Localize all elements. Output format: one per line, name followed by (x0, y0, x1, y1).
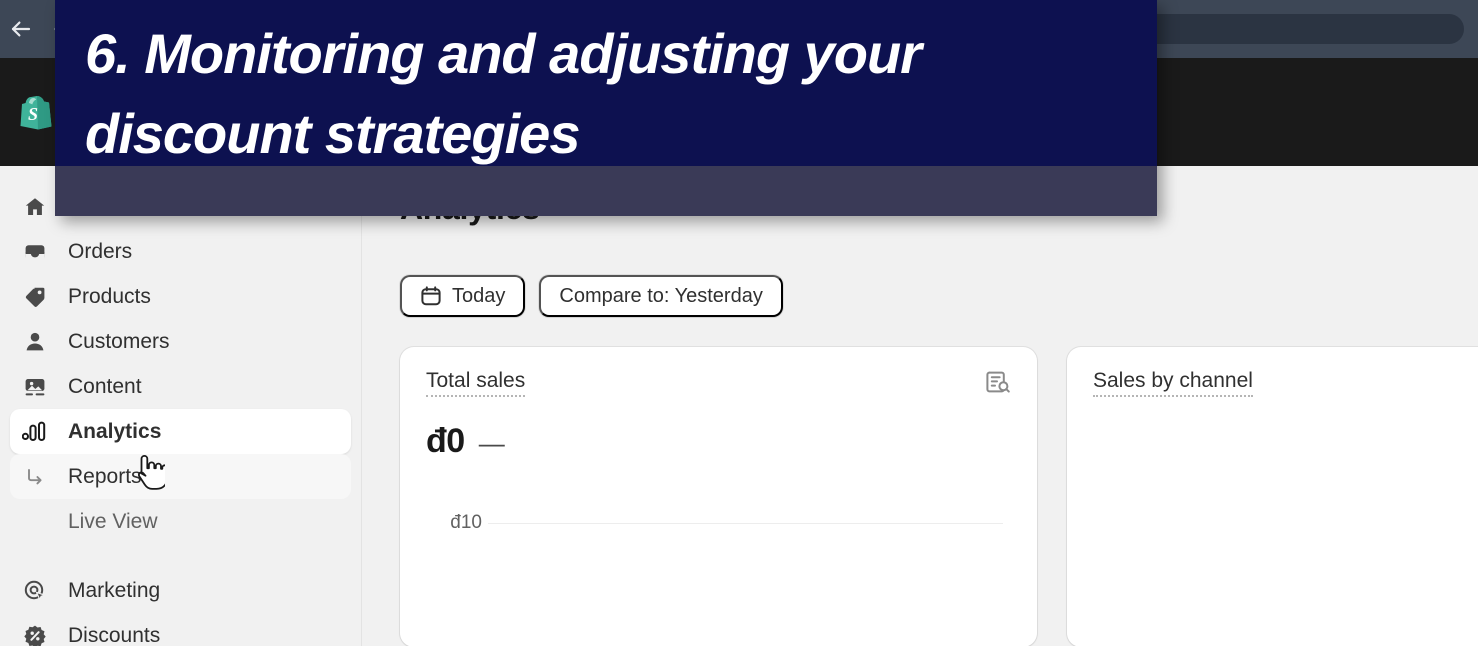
svg-text:S: S (28, 104, 38, 124)
calendar-icon (421, 286, 441, 306)
card-header: Total sales (426, 369, 1011, 400)
sidebar-item-label: Products (68, 284, 151, 308)
sidebar-item-content[interactable]: Content (10, 364, 351, 409)
sidebar-divider (0, 544, 361, 568)
sidebar-item-products[interactable]: Products (10, 274, 351, 319)
sidebar-item-customers[interactable]: Customers (10, 319, 351, 364)
compare-to-label: Compare to: Yesterday (559, 284, 763, 307)
sidebar-item-label: Reports (68, 464, 142, 488)
sidebar-item-label: Customers (68, 329, 170, 353)
sidebar-item-reports[interactable]: Reports (10, 454, 351, 499)
overlay-bottom-band (55, 166, 1157, 216)
y-axis-tick-10: đ10 (450, 512, 482, 533)
sidebar-item-discounts[interactable]: Discounts (10, 613, 351, 646)
card-header: Sales by channel (1093, 369, 1478, 397)
total-sales-chart: đ10 đ5 (426, 483, 1011, 633)
filter-row: Today Compare to: Yesterday (400, 275, 1478, 317)
shopify-bag-logo[interactable]: S (16, 90, 56, 134)
sidebar-item-live-view[interactable]: Live View (10, 499, 351, 544)
total-sales-card: Total sales đ0 — đ10 (400, 347, 1037, 646)
sales-by-channel-card: Sales by channel (1067, 347, 1478, 646)
sidebar: Home Orders (0, 166, 362, 646)
sidebar-item-label: Discounts (68, 623, 161, 646)
compare-to-button[interactable]: Compare to: Yesterday (539, 275, 783, 317)
orders-icon (20, 237, 50, 267)
sidebar-item-label: Orders (68, 239, 133, 263)
sidebar-item-orders[interactable]: Orders (10, 229, 351, 274)
screen: S shopify Summer '24 Search Home (0, 0, 1478, 646)
sidebar-item-label: Marketing (68, 578, 161, 602)
sidebar-item-marketing[interactable]: Marketing (10, 568, 351, 613)
main-content: Analytics Today Compare to: Yesterday (362, 166, 1478, 646)
total-sales-delta: — (478, 428, 505, 458)
date-range-button[interactable]: Today (400, 275, 526, 317)
sales-by-channel-title[interactable]: Sales by channel (1093, 369, 1253, 397)
tag-icon (20, 282, 50, 312)
person-icon (20, 327, 50, 357)
total-sales-value: đ0 (426, 422, 465, 460)
image-icon (20, 372, 50, 402)
cards-row: Total sales đ0 — đ10 Sales by channel (400, 347, 1478, 646)
bar-chart-icon (20, 417, 50, 447)
tutorial-overlay: 6. Monitoring and adjusting your discoun… (55, 0, 1157, 216)
sidebar-item-analytics[interactable]: Analytics (10, 409, 351, 454)
discount-badge-icon (20, 621, 50, 646)
gridline-10 (488, 523, 1003, 524)
total-sales-title[interactable]: Total sales (426, 369, 526, 397)
back-arrow-icon[interactable] (0, 8, 42, 50)
sidebar-item-label: Analytics (68, 419, 162, 443)
subnav-arrow-icon (20, 462, 50, 492)
total-sales-metric: đ0 — (426, 422, 1011, 461)
marketing-target-icon (20, 576, 50, 606)
home-icon (20, 192, 50, 222)
app-body: Home Orders (0, 166, 1478, 646)
sidebar-item-label: Live View (68, 509, 158, 533)
date-range-label: Today (452, 284, 506, 307)
sidebar-item-label: Content (68, 374, 142, 398)
view-report-icon[interactable] (985, 369, 1011, 400)
overlay-title: 6. Monitoring and adjusting your discoun… (85, 22, 922, 165)
